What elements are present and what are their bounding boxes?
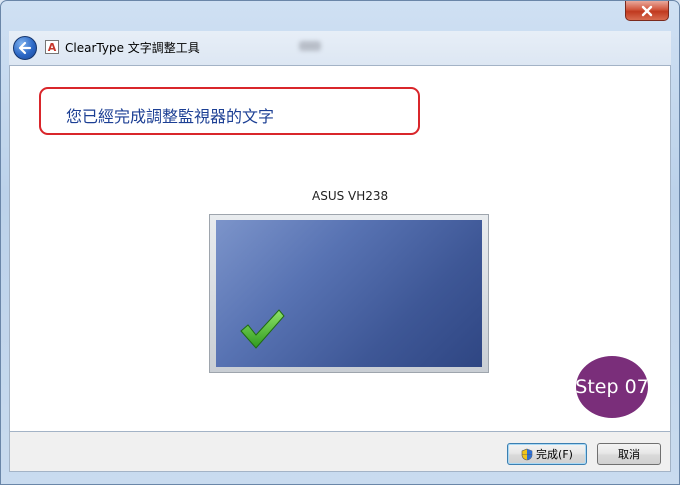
finish-button-label: 完成(F) [536,448,573,461]
back-arrow-icon [18,41,32,55]
finish-button[interactable]: 完成(F) [507,443,587,465]
monitor-image [209,214,489,373]
cancel-button[interactable]: 取消 [597,443,661,465]
button-bar: 完成(F) 取消 [9,432,671,472]
page-heading: 您已經完成調整監視器的文字 [66,107,275,126]
close-icon [641,5,653,16]
window-header: A ClearType 文字調整工具 [9,31,671,65]
monitor-screen [216,220,482,367]
back-button[interactable] [13,36,37,60]
close-button[interactable] [625,1,669,21]
cancel-button-label: 取消 [618,448,640,461]
cleartype-icon: A [45,40,59,54]
uac-shield-icon [521,448,533,460]
content-pane: 您已經完成調整監視器的文字 ASUS VH238 [9,65,671,432]
window-frame: A ClearType 文字調整工具 您已經完成調整監視器的文字 ASUS VH… [0,0,680,485]
window-title: ClearType 文字調整工具 [65,41,200,55]
monitor-name: ASUS VH238 [312,189,389,203]
step-badge: Step 07 [575,356,649,418]
blurred-text [299,41,321,51]
checkmark-icon [240,309,285,349]
